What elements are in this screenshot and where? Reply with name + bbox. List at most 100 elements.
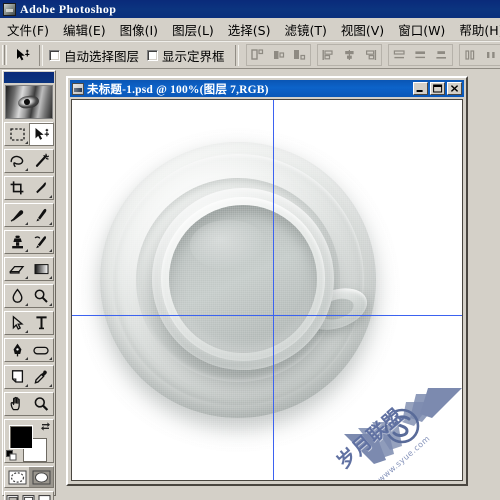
document-window-buttons	[411, 82, 464, 95]
maximize-button[interactable]	[430, 82, 445, 95]
tool-group-11	[4, 392, 54, 416]
distribute-top-icon[interactable]	[389, 45, 410, 65]
rectangular-marquee-icon[interactable]	[5, 123, 29, 145]
document-title: 未标题-1.psd @ 100%(图层 7,RGB)	[87, 83, 269, 96]
standard-screen-icon[interactable]	[5, 492, 21, 500]
default-colors-icon[interactable]	[6, 450, 17, 461]
distribute-hcenter-icon[interactable]	[481, 45, 500, 65]
paintbrush-icon[interactable]	[29, 204, 53, 226]
mask-mode-group	[4, 466, 54, 488]
full-screen-icon[interactable]	[37, 492, 53, 500]
minimize-button[interactable]	[413, 82, 428, 95]
eraser-icon[interactable]	[5, 258, 29, 280]
tool-group-6	[4, 257, 54, 281]
tool-group-7	[4, 284, 54, 308]
slice-knife-icon[interactable]	[29, 177, 53, 199]
distribute-center-icon[interactable]	[410, 45, 431, 65]
toolbox-title-bar[interactable]	[4, 72, 54, 83]
menu-file[interactable]: 文件(F)	[0, 18, 56, 41]
menu-window[interactable]: 窗口(W)	[391, 18, 452, 41]
lasso-icon[interactable]	[5, 150, 29, 172]
watermark-text: 岁月联盟	[332, 404, 408, 474]
pen-nib-icon[interactable]	[5, 339, 29, 361]
quick-mask-icon[interactable]	[29, 467, 53, 487]
tool-group-4	[4, 203, 54, 227]
align-horizontal-group	[245, 44, 311, 66]
align-left-edges-icon[interactable]	[318, 45, 339, 65]
move-tool-icon[interactable]	[29, 123, 53, 145]
tool-group-2	[4, 149, 54, 173]
full-screen-menu-icon[interactable]	[21, 492, 37, 500]
tool-group-3	[4, 176, 54, 200]
move-tool-icon	[11, 44, 35, 66]
color-swatches	[4, 419, 54, 463]
winged-s-logo-icon	[344, 388, 462, 464]
eyedropper-icon[interactable]	[29, 366, 53, 388]
options-separator-2	[234, 44, 239, 66]
distribute-vertical-group	[387, 44, 453, 66]
document-icon	[72, 82, 84, 95]
menu-help[interactable]: 帮助(H)	[452, 18, 500, 41]
close-button[interactable]	[447, 82, 462, 95]
magic-wand-icon[interactable]	[29, 150, 53, 172]
photoshop-eye-banner-icon[interactable]	[5, 85, 53, 119]
cup-shape	[152, 188, 334, 370]
watermark-url: www.syue.com	[376, 433, 432, 481]
magnifier-icon[interactable]	[29, 393, 53, 415]
distribute-bottom-icon[interactable]	[431, 45, 452, 65]
toolbox-palette	[2, 70, 56, 500]
show-bounding-box-checkbox[interactable]	[147, 49, 159, 61]
align-bottom-edges-icon[interactable]	[289, 45, 310, 65]
align-horizontal-centers-icon[interactable]	[339, 45, 360, 65]
distribute-left-icon[interactable]	[460, 45, 481, 65]
document-canvas-area[interactable]: 岁月联盟 www.syue.com	[71, 99, 463, 481]
image-canvas[interactable]: 岁月联盟 www.syue.com	[72, 100, 462, 480]
blur-droplet-icon[interactable]	[5, 285, 29, 307]
align-right-edges-icon[interactable]	[360, 45, 381, 65]
photoshop-window: Adobe Photoshop 文件(F) 编辑(E) 图像(I) 图层(L) …	[0, 0, 500, 500]
tool-group-8	[4, 311, 54, 335]
document-window: 未标题-1.psd @ 100%(图层 7,RGB) 岁月联盟 www.syue…	[66, 76, 468, 486]
options-bar: 自动选择图层 显示定界框	[0, 41, 500, 69]
crop-icon[interactable]	[5, 177, 29, 199]
menu-filter[interactable]: 滤镜(T)	[277, 18, 333, 41]
auto-select-layer-option[interactable]: 自动选择图层	[49, 46, 139, 65]
options-separator-1	[39, 44, 43, 66]
rounded-rectangle-icon[interactable]	[29, 339, 53, 361]
standard-mode-icon[interactable]	[5, 467, 29, 487]
menu-view[interactable]: 视图(V)	[334, 18, 391, 41]
gradient-icon[interactable]	[29, 258, 53, 280]
hand-icon[interactable]	[5, 393, 29, 415]
show-bounding-box-option[interactable]: 显示定界框	[147, 46, 225, 65]
menu-edit[interactable]: 编辑(E)	[56, 18, 113, 41]
menu-image[interactable]: 图像(I)	[113, 18, 165, 41]
menu-select[interactable]: 选择(S)	[221, 18, 278, 41]
options-bar-grip[interactable]	[2, 45, 8, 65]
align-vertical-centers-icon[interactable]	[268, 45, 289, 65]
screen-mode-group	[4, 491, 54, 500]
menu-layer[interactable]: 图层(L)	[165, 18, 221, 41]
tool-group-5	[4, 230, 54, 254]
cup-interior	[169, 205, 317, 353]
app-title: Adobe Photoshop	[20, 1, 117, 16]
tool-group-9	[4, 338, 54, 362]
type-t-icon[interactable]	[29, 312, 53, 334]
foreground-color-swatch[interactable]	[9, 425, 33, 449]
healing-brush-icon[interactable]	[5, 204, 29, 226]
auto-select-layer-checkbox[interactable]	[49, 49, 60, 61]
dodge-burn-icon[interactable]	[29, 285, 53, 307]
tool-group-1	[4, 122, 54, 146]
tool-group-10	[4, 365, 54, 389]
clone-stamp-icon[interactable]	[5, 231, 29, 253]
history-brush-icon[interactable]	[29, 231, 53, 253]
photoshop-app-icon	[3, 2, 16, 16]
notes-page-icon[interactable]	[5, 366, 29, 388]
align-top-edges-icon[interactable]	[247, 45, 268, 65]
swap-colors-icon[interactable]	[40, 421, 51, 432]
vertical-guide[interactable]	[272, 100, 274, 480]
horizontal-guide[interactable]	[72, 314, 462, 316]
path-arrow-icon[interactable]	[5, 312, 29, 334]
show-bounding-box-label: 显示定界框	[162, 48, 225, 64]
distribute-horizontal-group	[458, 44, 500, 66]
document-title-bar[interactable]: 未标题-1.psd @ 100%(图层 7,RGB)	[70, 80, 464, 97]
